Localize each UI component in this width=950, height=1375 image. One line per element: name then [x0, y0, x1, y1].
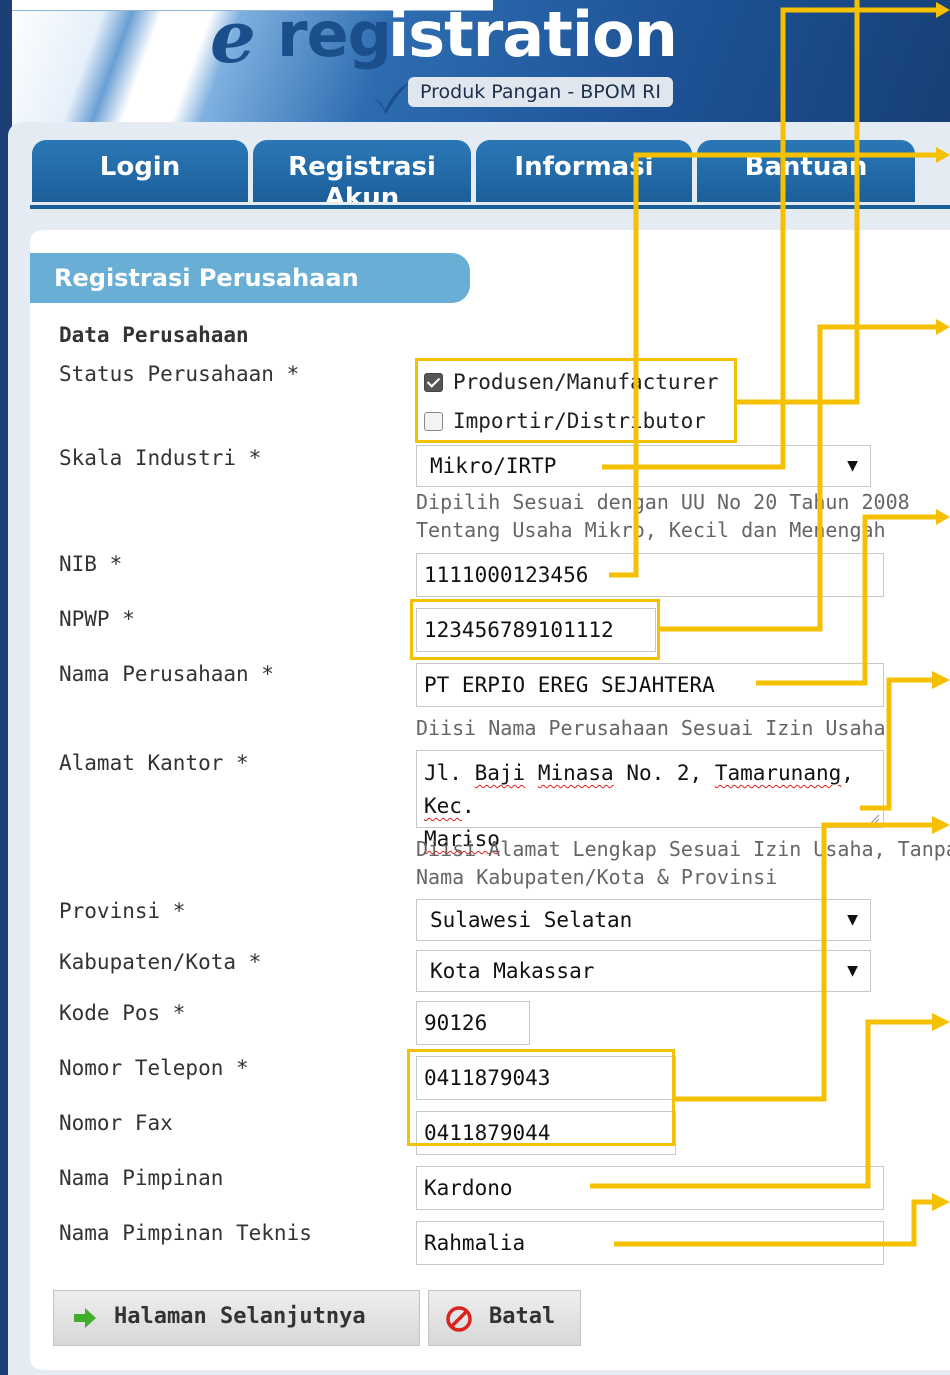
- arrowhead-icon: [936, 319, 950, 335]
- arrow-line-npwp: [660, 324, 938, 632]
- annotation-arrows: [590, 0, 950, 1247]
- arrowhead-icon: [936, 509, 950, 525]
- arrow-line-telepon: [675, 822, 935, 1102]
- page: e reg istration Produk Pangan - BPOM RI …: [0, 0, 950, 1375]
- arrowhead-icon: [932, 671, 950, 689]
- arrow-line-skala: [602, 7, 938, 470]
- arrowhead-icon: [932, 1013, 950, 1031]
- arrow-line-nama-perusahaan: [756, 514, 938, 686]
- arrow-line-status: [737, 0, 860, 405]
- arrowhead-icon: [932, 1193, 950, 1211]
- arrowhead-icon: [936, 147, 950, 163]
- arrowhead-icon: [932, 816, 950, 834]
- arrow-line-nib: [609, 152, 938, 578]
- arrow-line-pimpinan: [590, 1019, 935, 1189]
- arrow-line-pimpinan-teknis: [614, 1199, 935, 1247]
- arrow-line-alamat: [860, 677, 935, 811]
- arrowhead-icon: [936, 2, 950, 18]
